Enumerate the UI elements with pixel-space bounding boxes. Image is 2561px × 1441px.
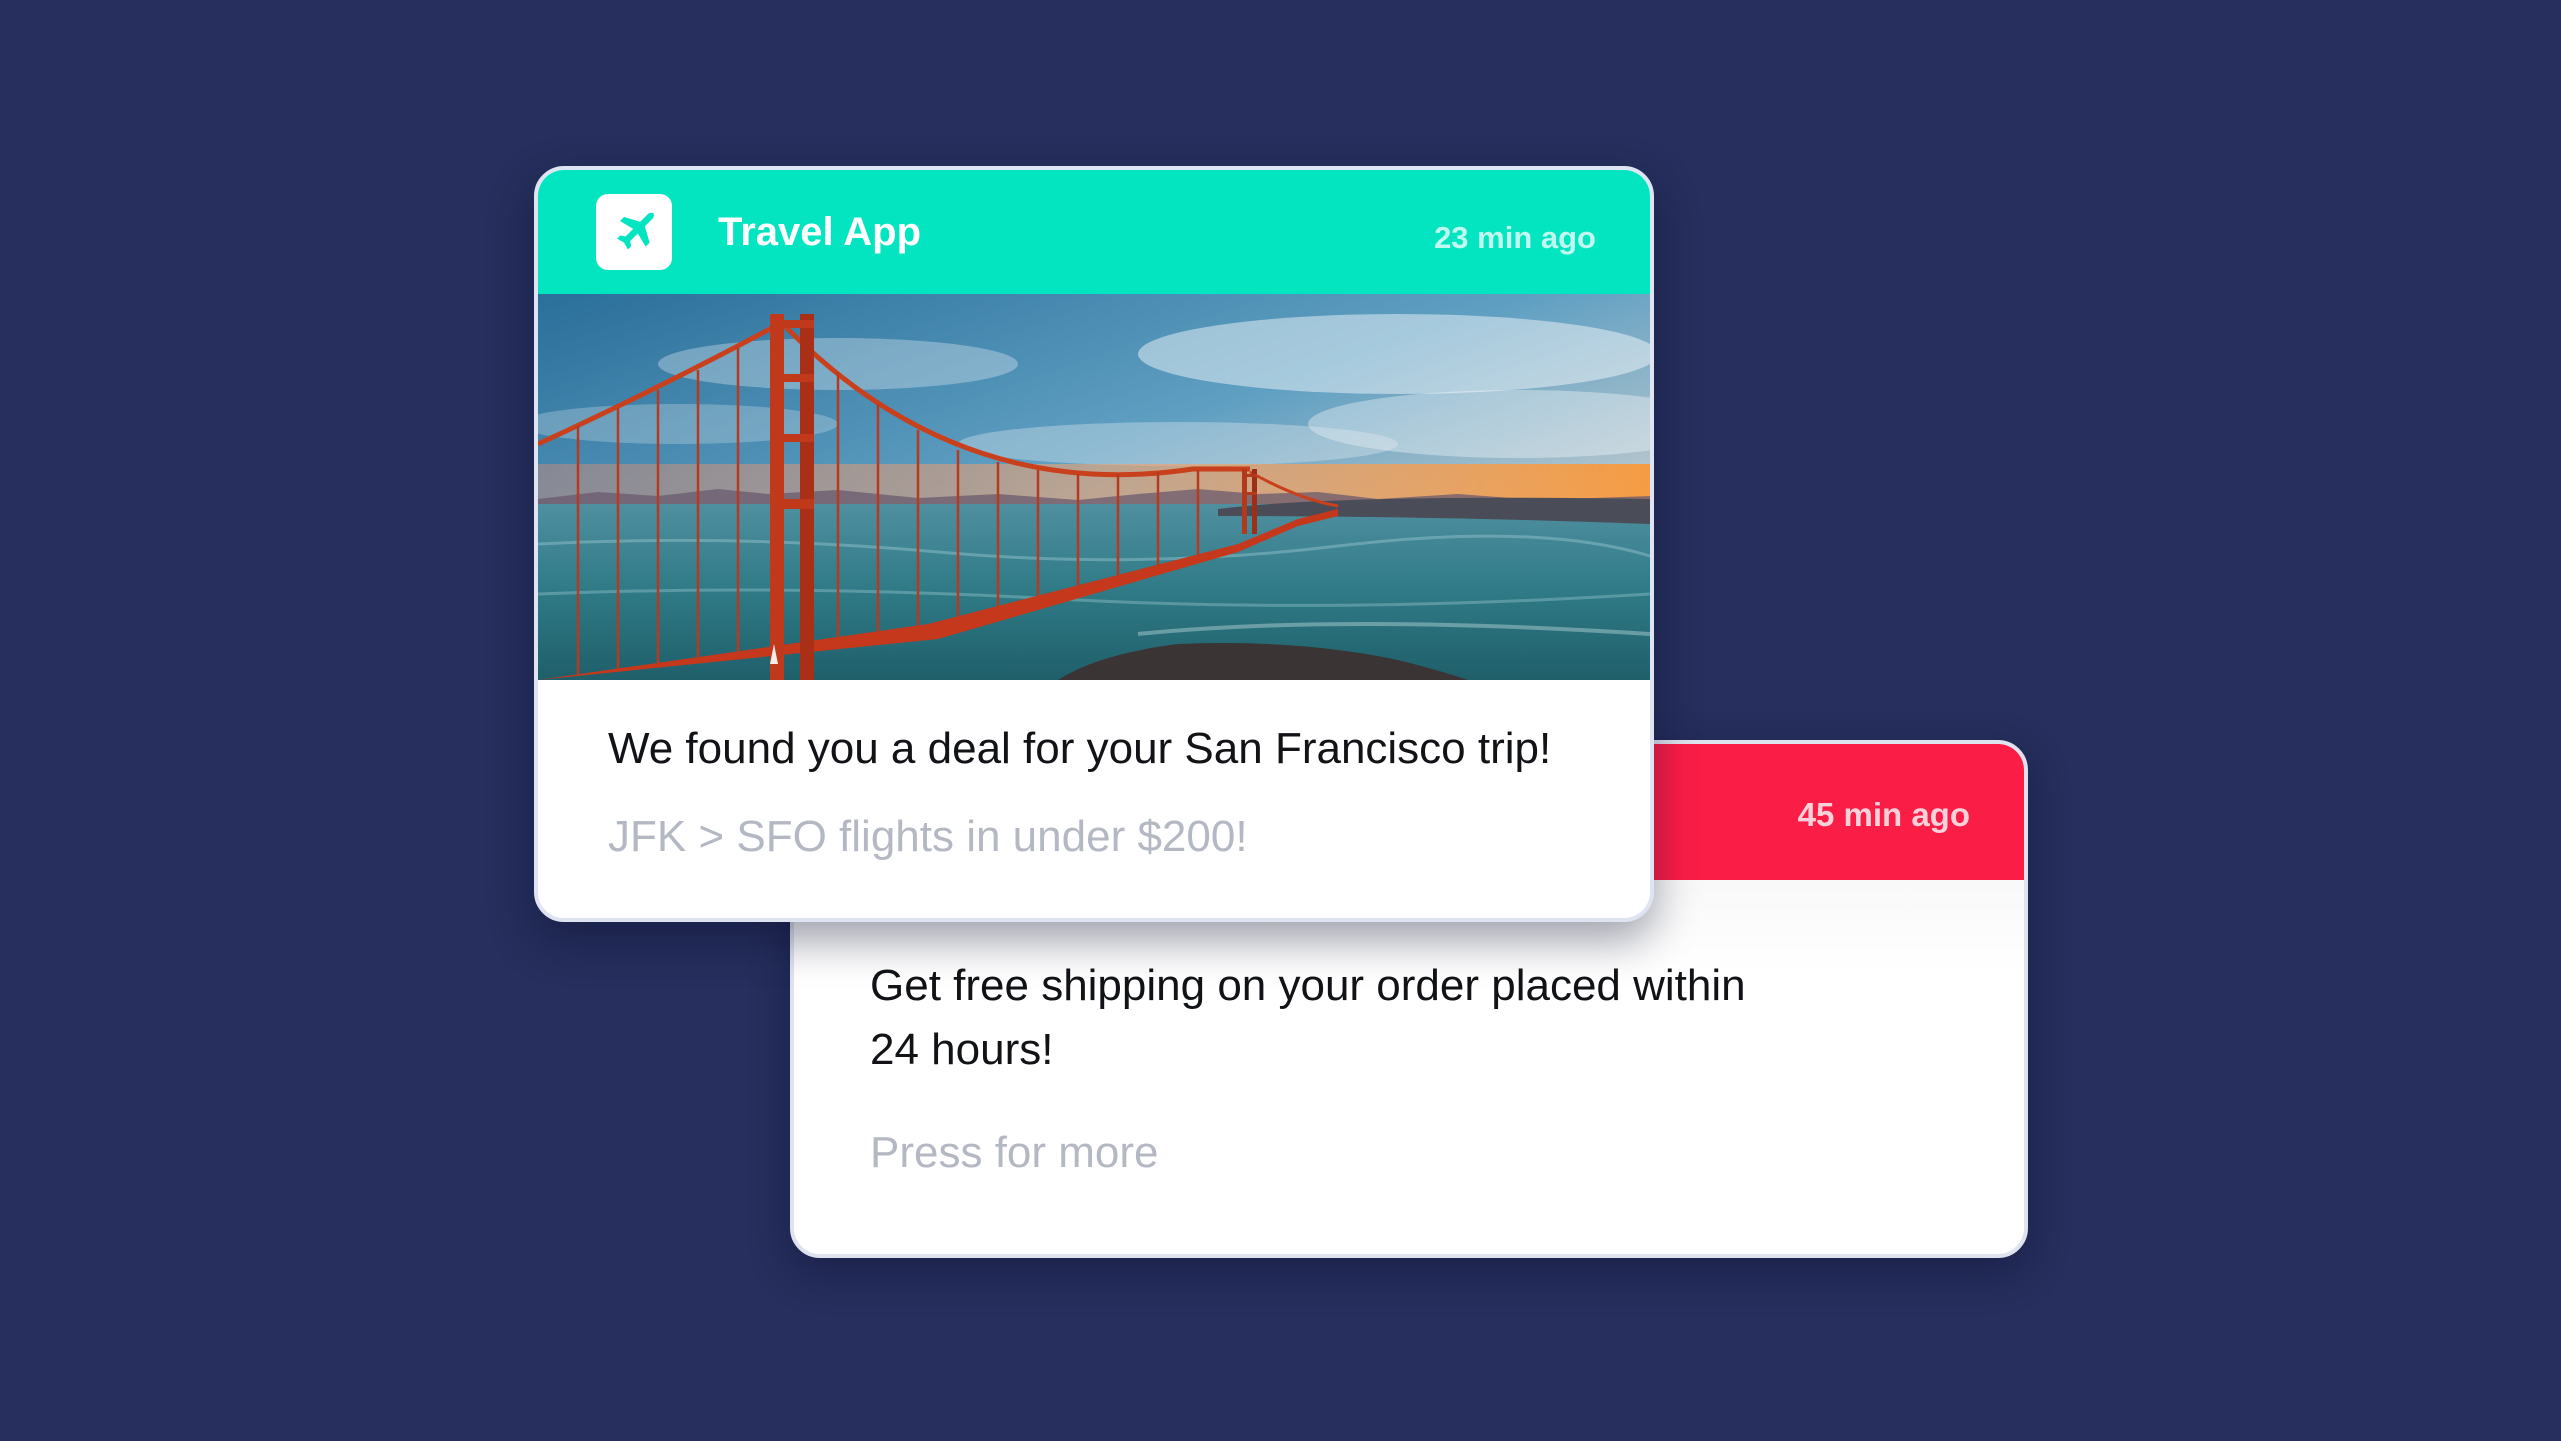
travel-notification-header: Travel App 23 min ago bbox=[538, 170, 1650, 294]
airplane-icon bbox=[617, 212, 654, 250]
shipping-notification-time: 45 min ago bbox=[1797, 796, 1970, 833]
travel-app-name: Travel App bbox=[718, 210, 922, 254]
travel-notification-title: We found you a deal for your San Francis… bbox=[608, 724, 1552, 773]
press-for-more-link[interactable]: Press for more bbox=[870, 1128, 1159, 1178]
travel-notification-subtitle: JFK > SFO flights in under $200! bbox=[608, 812, 1248, 861]
shipping-notification-message: Get free shipping on your order placed w… bbox=[870, 961, 1746, 1074]
travel-notification-card[interactable]: Travel App 23 min ago We found you a dea… bbox=[534, 166, 1654, 922]
golden-gate-bridge-photo bbox=[538, 294, 1650, 680]
travel-app-icon bbox=[596, 194, 672, 270]
travel-notification-time: 23 min ago bbox=[1434, 220, 1596, 255]
